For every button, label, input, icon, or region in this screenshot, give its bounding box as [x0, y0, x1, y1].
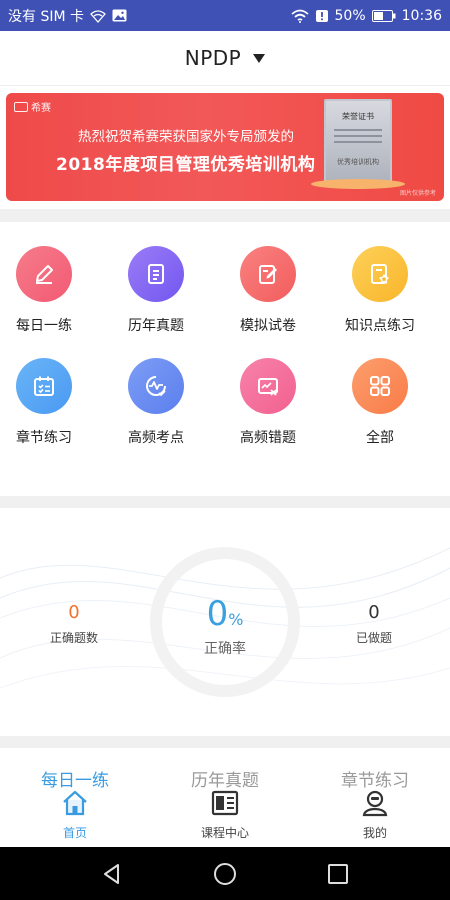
back-icon[interactable]: [100, 862, 124, 886]
wifi-icon: [290, 9, 309, 23]
done-count-label: 已做题: [355, 631, 392, 645]
correct-count-stat: 0 正确题数: [24, 602, 124, 646]
alert-icon: [315, 9, 329, 23]
grid-item-label: 每日一练: [16, 318, 72, 334]
star-doc-icon: [352, 246, 408, 302]
edit-paper-icon: [240, 246, 296, 302]
grid-item-label: 模拟试卷: [240, 318, 296, 334]
grid-item-label: 高频错题: [240, 430, 296, 446]
grid-item-mock-exam[interactable]: 模拟试卷: [212, 246, 324, 335]
status-bar: 没有 SIM 卡 50% 10:36: [0, 0, 450, 31]
correct-count-value: 0: [68, 602, 80, 623]
done-count-value: 0: [368, 602, 380, 623]
grid-item-daily-practice[interactable]: 每日一练: [0, 246, 100, 335]
banner-subtitle: 热烈祝贺希赛荣获国家外专局颁发的: [78, 129, 294, 145]
grid-item-hot-topics[interactable]: 高频考点: [100, 358, 212, 447]
certificate-image: 荣誉证书 优秀培训机构: [324, 99, 392, 183]
section-divider: [0, 736, 450, 748]
bottom-area: 每日一练 历年真题 章节练习 首页 课程中心 我的: [0, 748, 450, 847]
promo-banner[interactable]: 希赛 热烈祝贺希赛荣获国家外专局颁发的 2018年度项目管理优秀培训机构 荣誉证…: [6, 93, 444, 201]
grid-icon: [352, 358, 408, 414]
image-icon: [112, 9, 127, 22]
nav-profile[interactable]: 我的: [300, 788, 450, 841]
battery-icon: [371, 9, 396, 22]
exam-selector-title[interactable]: NPDP: [185, 46, 241, 70]
sim-status-text: 没有 SIM 卡: [8, 8, 84, 25]
grid-item-knowledge-practice[interactable]: 知识点练习: [324, 246, 436, 335]
accuracy-value: 0%: [150, 594, 300, 634]
section-divider: [0, 496, 450, 508]
home-circle-icon[interactable]: [213, 862, 237, 886]
grid-item-label: 知识点练习: [345, 318, 415, 334]
pencil-icon: [16, 246, 72, 302]
banner-footnote: 图片仅供参考: [399, 190, 436, 197]
grid-item-all[interactable]: 全部: [324, 358, 436, 447]
nav-course-center[interactable]: 课程中心: [150, 788, 300, 841]
banner-logo-text: 希赛: [31, 103, 51, 114]
grid-item-label: 高频考点: [128, 430, 184, 446]
grid-item-frequent-mistakes[interactable]: 高频错题: [212, 358, 324, 447]
profile-icon: [362, 790, 388, 817]
pulse-check-icon: [128, 358, 184, 414]
nav-home[interactable]: 首页: [0, 788, 150, 841]
clipboard-icon: [128, 246, 184, 302]
certificate-stand: [311, 179, 405, 189]
clock-time: 10:36: [401, 7, 442, 24]
header: NPDP: [0, 31, 450, 86]
grid-item-label: 章节练习: [16, 430, 72, 446]
accuracy-label: 正确率: [204, 641, 246, 657]
grid-item-label: 历年真题: [128, 318, 184, 334]
certificate-title: 荣誉证书: [342, 112, 374, 121]
wrong-chart-icon: [240, 358, 296, 414]
grid-item-chapter-practice[interactable]: 章节练习: [0, 358, 100, 447]
feature-grid: 每日一练 历年真题 模拟试卷 知识点练习 章节练习 高频考点 高频错题 全部: [0, 222, 450, 496]
grid-item-label: 全部: [366, 430, 394, 446]
certificate-name: 优秀培训机构: [337, 158, 379, 166]
nav-label: 首页: [62, 826, 87, 840]
course-icon: [211, 790, 239, 816]
wifi-off-icon: [90, 9, 106, 23]
nav-label: 课程中心: [200, 826, 249, 840]
dropdown-caret-icon[interactable]: [253, 53, 266, 63]
done-count-stat: 0 已做题: [324, 602, 424, 646]
system-navigation-bar: [0, 847, 450, 900]
accuracy-number: 0: [206, 594, 229, 634]
battery-percent: 50%: [334, 7, 366, 24]
logo-icon: [14, 101, 28, 112]
recents-icon[interactable]: [326, 862, 350, 886]
section-divider: [0, 209, 450, 222]
banner-title: 2018年度项目管理优秀培训机构: [56, 155, 316, 175]
checklist-icon: [16, 358, 72, 414]
home-icon: [63, 790, 87, 816]
accuracy-unit: %: [228, 610, 244, 629]
stats-panel: 0% 正确率 0 正确题数 0 已做题: [0, 508, 450, 736]
grid-item-past-papers[interactable]: 历年真题: [100, 246, 212, 335]
correct-count-label: 正确题数: [49, 631, 98, 645]
banner-logo: 希赛: [14, 99, 51, 114]
nav-label: 我的: [362, 826, 387, 840]
